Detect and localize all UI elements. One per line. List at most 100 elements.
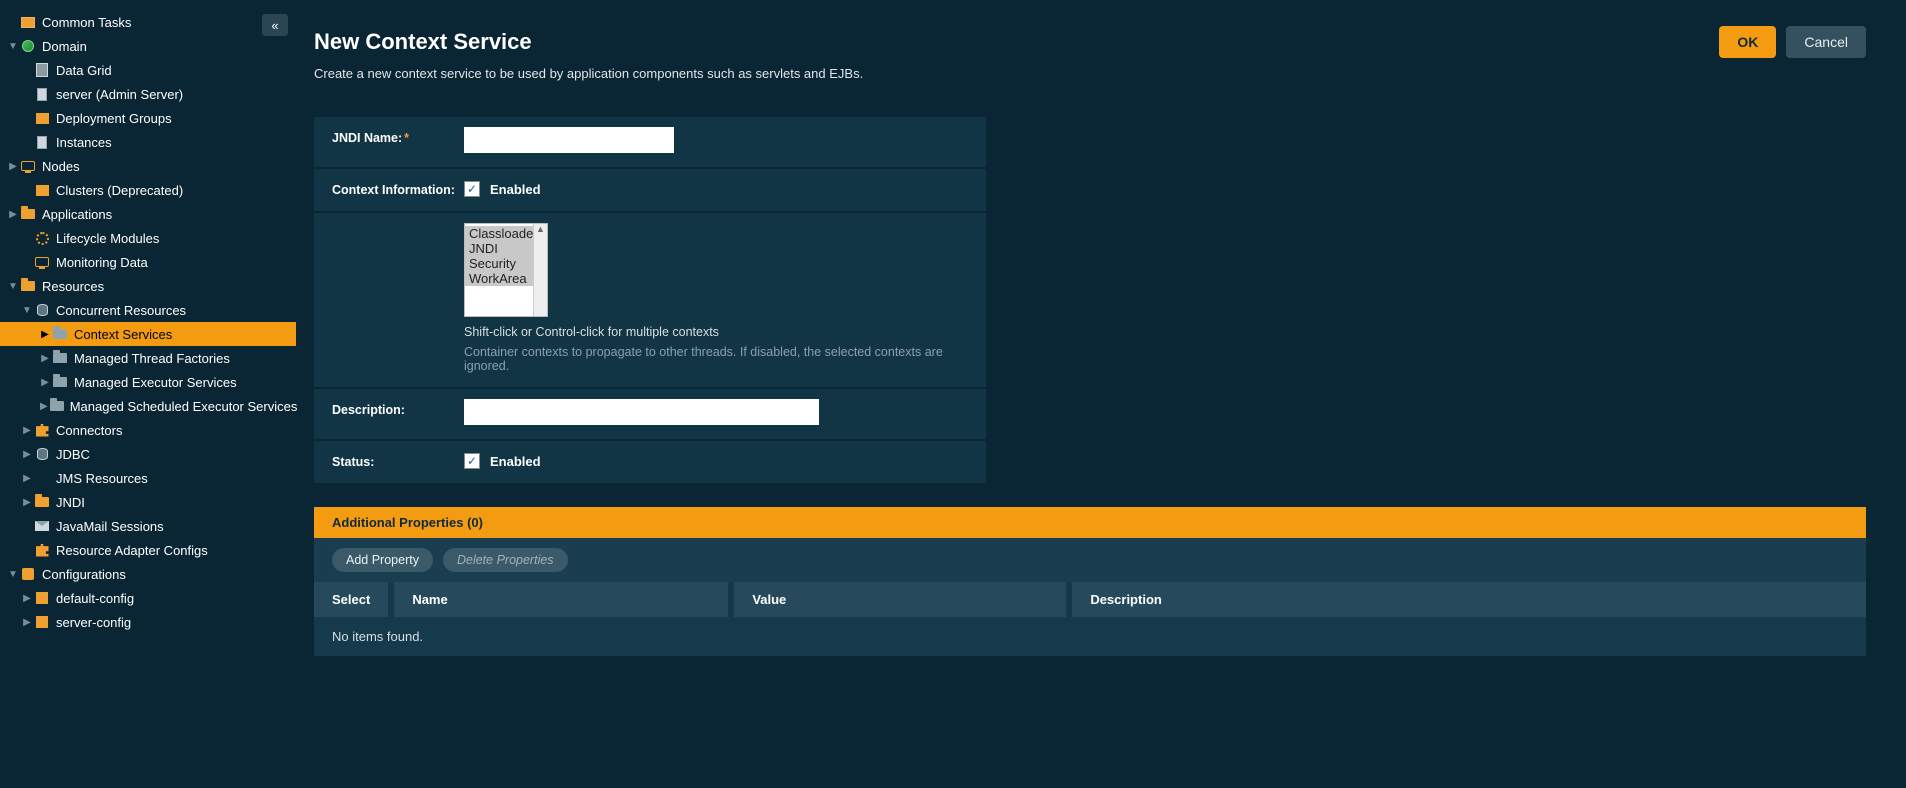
srv-icon bbox=[34, 134, 50, 150]
sidebar-nav: « Common Tasks ▼ Domain Data Gridserver (Ad… bbox=[0, 0, 296, 788]
form-panel: JNDI Name:* Context Information: ✓ Enabl… bbox=[314, 117, 986, 483]
nav-item-context-services[interactable]: ▶ Context Services bbox=[0, 322, 296, 346]
nav-item-resource-adapter-configs[interactable]: Resource Adapter Configs bbox=[0, 538, 296, 562]
nav-item-label: Nodes bbox=[42, 159, 80, 174]
collapse-icon: « bbox=[271, 18, 278, 33]
context-options-select[interactable]: ClassloaderJNDISecurityWorkArea bbox=[464, 223, 548, 317]
nav-item-javamail-sessions[interactable]: JavaMail Sessions bbox=[0, 514, 296, 538]
nav-item-server-admin-server[interactable]: server (Admin Server) bbox=[0, 82, 296, 106]
nav-item-label: JNDI bbox=[56, 495, 85, 510]
sidebar-collapse-button[interactable]: « bbox=[262, 14, 288, 36]
tree-twist-icon[interactable]: ▼ bbox=[8, 41, 18, 52]
mon-icon bbox=[34, 254, 50, 270]
nav-item-label: Resources bbox=[42, 279, 104, 294]
nav-item-lifecycle-modules[interactable]: Lifecycle Modules bbox=[0, 226, 296, 250]
tree-twist-icon[interactable]: ▶ bbox=[22, 593, 32, 604]
tree-twist-icon[interactable]: ▶ bbox=[40, 353, 50, 364]
main-content: New Context Service OK Cancel Create a n… bbox=[296, 0, 1906, 788]
nav-item-managed-thread-factories[interactable]: ▶Managed Thread Factories bbox=[0, 346, 296, 370]
nav-item-deployment-groups[interactable]: Deployment Groups bbox=[0, 106, 296, 130]
arrow-icon bbox=[34, 470, 50, 486]
folder-icon bbox=[50, 398, 64, 414]
col-desc[interactable]: Description bbox=[1072, 582, 1866, 617]
mon-icon bbox=[20, 158, 36, 174]
nav-item-label: JDBC bbox=[56, 447, 90, 462]
nav-item-label: JavaMail Sessions bbox=[56, 519, 164, 534]
tree-twist-icon[interactable]: ▼ bbox=[8, 569, 18, 580]
nav-item-configurations[interactable]: ▼ Configurations bbox=[0, 562, 296, 586]
nav-item-clusters-deprecated[interactable]: Clusters (Deprecated) bbox=[0, 178, 296, 202]
tree-twist-icon[interactable]: ▶ bbox=[22, 425, 32, 436]
srv-icon bbox=[34, 86, 50, 102]
grid-icon bbox=[20, 14, 36, 30]
nav-item-managed-executor-services[interactable]: ▶ Managed Executor Services bbox=[0, 370, 296, 394]
nav-item-common-tasks[interactable]: Common Tasks bbox=[0, 10, 296, 34]
tree-twist-icon[interactable]: ▶ bbox=[22, 497, 32, 508]
nav-item-label: Managed Executor Services bbox=[74, 375, 237, 390]
nav-item-data-grid[interactable]: Data Grid bbox=[0, 58, 296, 82]
jndi-name-label: JNDI Name:* bbox=[314, 117, 464, 167]
nav-item-concurrent-resources[interactable]: ▼Concurrent Resources bbox=[0, 298, 296, 322]
tree-twist-icon[interactable]: ▶ bbox=[8, 161, 18, 172]
folder-icon bbox=[20, 206, 36, 222]
nav-item-label: Monitoring Data bbox=[56, 255, 148, 270]
tree-twist-icon[interactable]: ▼ bbox=[8, 281, 18, 292]
cfg-icon bbox=[20, 566, 36, 582]
nav-item-jms-resources[interactable]: ▶JMS Resources bbox=[0, 466, 296, 490]
nav-item-resources[interactable]: ▼ Resources bbox=[0, 274, 296, 298]
nav-item-jndi[interactable]: ▶ JNDI bbox=[0, 490, 296, 514]
nav-item-applications[interactable]: ▶Applications bbox=[0, 202, 296, 226]
select-scrollbar[interactable] bbox=[533, 224, 547, 316]
tree-twist-icon[interactable]: ▶ bbox=[8, 209, 18, 220]
tree-twist-icon[interactable]: ▶ bbox=[22, 617, 32, 628]
jndi-name-input[interactable] bbox=[464, 127, 674, 153]
nav-item-instances[interactable]: Instances bbox=[0, 130, 296, 154]
context-info-enabled-label: Enabled bbox=[490, 182, 541, 197]
nav-item-monitoring-data[interactable]: Monitoring Data bbox=[0, 250, 296, 274]
folder-icon bbox=[52, 374, 68, 390]
col-name[interactable]: Name bbox=[394, 582, 734, 617]
properties-table: Select Name Value Description No items f… bbox=[314, 582, 1866, 656]
nav-item-label: Domain bbox=[42, 39, 87, 54]
tree-twist-icon[interactable]: ▼ bbox=[22, 305, 32, 316]
nav-item-label: Resource Adapter Configs bbox=[56, 543, 208, 558]
nav-item-label: Configurations bbox=[42, 567, 126, 582]
additional-properties-heading: Additional Properties (0) bbox=[314, 507, 1866, 538]
nav-item-label: default-config bbox=[56, 591, 134, 606]
nav-item-label: Clusters (Deprecated) bbox=[56, 183, 183, 198]
properties-empty-message: No items found. bbox=[314, 617, 1866, 656]
nav-item-label: server-config bbox=[56, 615, 131, 630]
nav-item-connectors[interactable]: ▶Connectors bbox=[0, 418, 296, 442]
context-info-checkbox[interactable]: ✓ bbox=[464, 181, 480, 197]
add-property-button[interactable]: Add Property bbox=[332, 548, 433, 572]
nav-item-label: Managed Scheduled Executor Services bbox=[70, 399, 298, 414]
globe-icon bbox=[20, 38, 36, 54]
folder-icon bbox=[34, 494, 50, 510]
col-value[interactable]: Value bbox=[734, 582, 1072, 617]
nav-item-nodes[interactable]: ▶ Nodes bbox=[0, 154, 296, 178]
tree-twist-icon[interactable]: ▶ bbox=[22, 449, 32, 460]
delete-properties-button[interactable]: Delete Properties bbox=[443, 548, 568, 572]
status-checkbox[interactable]: ✓ bbox=[464, 453, 480, 469]
tree-twist-icon[interactable]: ▶ bbox=[40, 377, 50, 388]
db-icon bbox=[34, 446, 50, 462]
status-label: Status: bbox=[314, 441, 464, 483]
puzzle-icon bbox=[34, 542, 50, 558]
nav-item-domain[interactable]: ▼ Domain bbox=[0, 34, 296, 58]
ok-button[interactable]: OK bbox=[1719, 26, 1776, 58]
description-input[interactable] bbox=[464, 399, 819, 425]
pages-icon bbox=[34, 62, 50, 78]
tree-twist-icon[interactable]: ▶ bbox=[40, 329, 50, 340]
tree-twist-icon[interactable]: ▶ bbox=[40, 401, 48, 412]
stack-icon bbox=[34, 110, 50, 126]
nav-item-managed-scheduled-executor-services[interactable]: ▶ Managed Scheduled Executor Services bbox=[0, 394, 296, 418]
folder-icon bbox=[52, 326, 68, 342]
nav-item-jdbc[interactable]: ▶ JDBC bbox=[0, 442, 296, 466]
nav-item-label: Context Services bbox=[74, 327, 172, 342]
col-select[interactable]: Select bbox=[314, 582, 394, 617]
nav-item-server-config[interactable]: ▶ server-config bbox=[0, 610, 296, 634]
cfgsub-icon bbox=[34, 590, 50, 606]
tree-twist-icon[interactable]: ▶ bbox=[22, 473, 32, 484]
cancel-button[interactable]: Cancel bbox=[1786, 26, 1866, 58]
nav-item-default-config[interactable]: ▶ default-config bbox=[0, 586, 296, 610]
